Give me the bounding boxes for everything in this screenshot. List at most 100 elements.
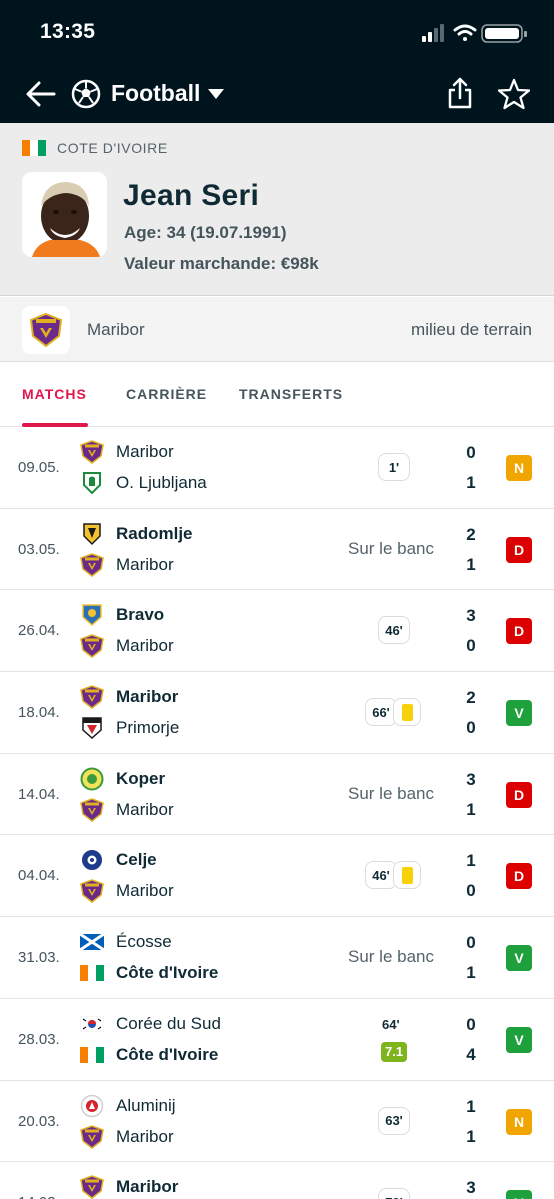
match-score-away: 0	[466, 636, 476, 656]
maribor-logo-icon	[80, 685, 104, 710]
maribor-logo-icon	[80, 879, 104, 904]
match-away-name: O. Ljubljana	[116, 473, 207, 492]
tab-carriere[interactable]: CARRIÈRE	[126, 386, 207, 402]
match-score-away: 0	[466, 881, 476, 901]
match-row[interactable]: 18.04. Maribor Primorje 66' 2 0 V	[0, 672, 554, 754]
match-date: 09.05.	[18, 459, 60, 476]
match-home-name: Maribor	[116, 1177, 179, 1197]
match-result-badge: N	[506, 455, 532, 481]
back-arrow-icon[interactable]	[24, 79, 58, 109]
celje-logo-icon	[80, 848, 104, 872]
match-home-name: Aluminij	[116, 1095, 176, 1115]
match-score-home: 2	[466, 688, 476, 708]
match-home-name: Corée du Sud	[116, 1013, 221, 1033]
player-age: Age: 34 (19.07.1991)	[124, 223, 287, 242]
match-minutes-played: 63'	[378, 1106, 410, 1135]
match-result-badge: V	[506, 945, 532, 972]
ivory-coast-flag-icon	[80, 1043, 104, 1067]
bravo-logo-icon	[80, 603, 104, 627]
match-date: 28.03.	[18, 1030, 60, 1048]
match-away-name: Maribor	[116, 799, 174, 819]
match-away-team: Maribor	[80, 797, 174, 822]
yellow-card-icon	[393, 861, 421, 890]
match-minutes-played: 64'	[382, 1016, 400, 1032]
match-away-name: Primorje	[116, 718, 180, 738]
current-team-row[interactable]: Maribor milieu de terrain	[0, 297, 554, 362]
match-away-team: O. Ljubljana	[80, 471, 207, 495]
match-row[interactable]: 20.03. Aluminij Maribor 63' 1 1 N	[0, 1080, 554, 1163]
match-away-team: Côte d'Ivoire	[80, 961, 218, 985]
star-icon[interactable]	[498, 78, 530, 110]
match-result-badge: D	[506, 536, 532, 563]
maribor-logo-icon	[80, 440, 104, 464]
maribor-logo-icon	[80, 1124, 104, 1149]
match-row[interactable]: 26.04. Bravo Maribor 46' 3 0 D	[0, 590, 554, 673]
match-row[interactable]: 14.03. Maribor 79' 3 V	[0, 1162, 554, 1199]
player-photo	[22, 172, 107, 257]
app-header: 13:35 Football	[0, 0, 554, 123]
player-position: milieu de terrain	[411, 320, 532, 339]
maribor-logo-icon	[80, 797, 104, 822]
match-result-badge: D	[506, 618, 532, 645]
match-date: 18.04.	[18, 704, 60, 722]
match-row[interactable]: 09.05. Maribor O. Ljubljana 1' 0 1 N	[0, 427, 554, 509]
match-row[interactable]: 14.04. Koper Maribor Sur le banc 3 1 D	[0, 753, 554, 836]
match-row[interactable]: 28.03. Corée du Sud Côte d'Ivoire 64' 7.1 0 4 V	[0, 998, 554, 1081]
tab-transferts[interactable]: TRANSFERTS	[239, 386, 343, 402]
match-away-team: Maribor	[80, 634, 174, 659]
match-score-away: 0	[466, 718, 476, 738]
status-icons	[422, 24, 527, 43]
status-time: 13:35	[40, 20, 96, 43]
match-away-name: Maribor	[116, 554, 174, 574]
match-minutes-played: 79'	[378, 1188, 410, 1199]
maribor-logo-icon	[80, 634, 104, 659]
signal-icon	[422, 24, 444, 42]
maribor-logo	[22, 306, 70, 354]
match-home-name: Celje	[116, 850, 157, 870]
match-score-home: 0	[466, 1014, 476, 1034]
match-row[interactable]: 04.04. Celje Maribor 46' 1 0 D	[0, 835, 554, 918]
match-away-name: Côte d'Ivoire	[116, 963, 219, 983]
football-icon[interactable]	[71, 79, 101, 109]
match-home-team: Corée du Sud	[80, 1012, 221, 1036]
wifi-icon	[453, 24, 477, 41]
match-row[interactable]: 31.03. Écosse Côte d'Ivoire Sur le banc 0 1 V	[0, 917, 554, 999]
sport-title[interactable]: Football	[111, 80, 200, 107]
match-date: 26.04.	[18, 622, 60, 640]
share-icon[interactable]	[446, 76, 474, 110]
match-rating-badge: 7.1	[381, 1041, 408, 1062]
match-away-team: Maribor	[80, 879, 174, 904]
match-away-name: Maribor	[116, 636, 174, 656]
match-home-name: Radomlje	[116, 523, 193, 543]
match-score-away: 1	[466, 1126, 476, 1146]
match-bench-label: Sur le banc	[348, 538, 434, 558]
match-away-team: Primorje	[80, 716, 179, 740]
match-score-home: 3	[466, 1178, 476, 1198]
match-score-away: 1	[466, 799, 476, 819]
match-away-team: Côte d'Ivoire	[80, 1043, 218, 1067]
match-score-home: 1	[466, 851, 476, 871]
scotland-flag-icon	[80, 930, 104, 954]
match-result-badge: D	[506, 781, 532, 808]
match-result-badge: V	[506, 700, 532, 727]
country-name[interactable]: COTE D'IVOIRE	[57, 140, 168, 156]
tab-matchs[interactable]: MATCHS	[22, 386, 87, 402]
match-score-home: 2	[466, 524, 476, 544]
match-row[interactable]: 03.05. Radomlje Maribor Sur le banc 2 1 D	[0, 508, 554, 591]
match-bench-label: Sur le banc	[348, 947, 434, 967]
match-minutes-played: 46'	[378, 616, 410, 645]
match-score-home: 3	[466, 606, 476, 626]
player-market-value: Valeur marchande: €98k	[124, 254, 319, 273]
match-result-badge: N	[506, 1108, 532, 1135]
match-score-home: 1	[466, 1096, 476, 1116]
match-away-name: Côte d'Ivoire	[116, 1044, 219, 1064]
yellow-card-icon	[393, 698, 421, 727]
match-result-badge: D	[506, 863, 532, 890]
match-date: 04.04.	[18, 867, 60, 885]
match-result-badge: V	[506, 1190, 532, 1199]
match-date: 31.03.	[18, 949, 60, 967]
match-home-team: Maribor	[80, 1175, 178, 1199]
chevron-down-icon[interactable]	[206, 87, 226, 101]
match-away-team: Maribor	[80, 552, 174, 577]
match-minutes-played: 1'	[378, 453, 410, 481]
